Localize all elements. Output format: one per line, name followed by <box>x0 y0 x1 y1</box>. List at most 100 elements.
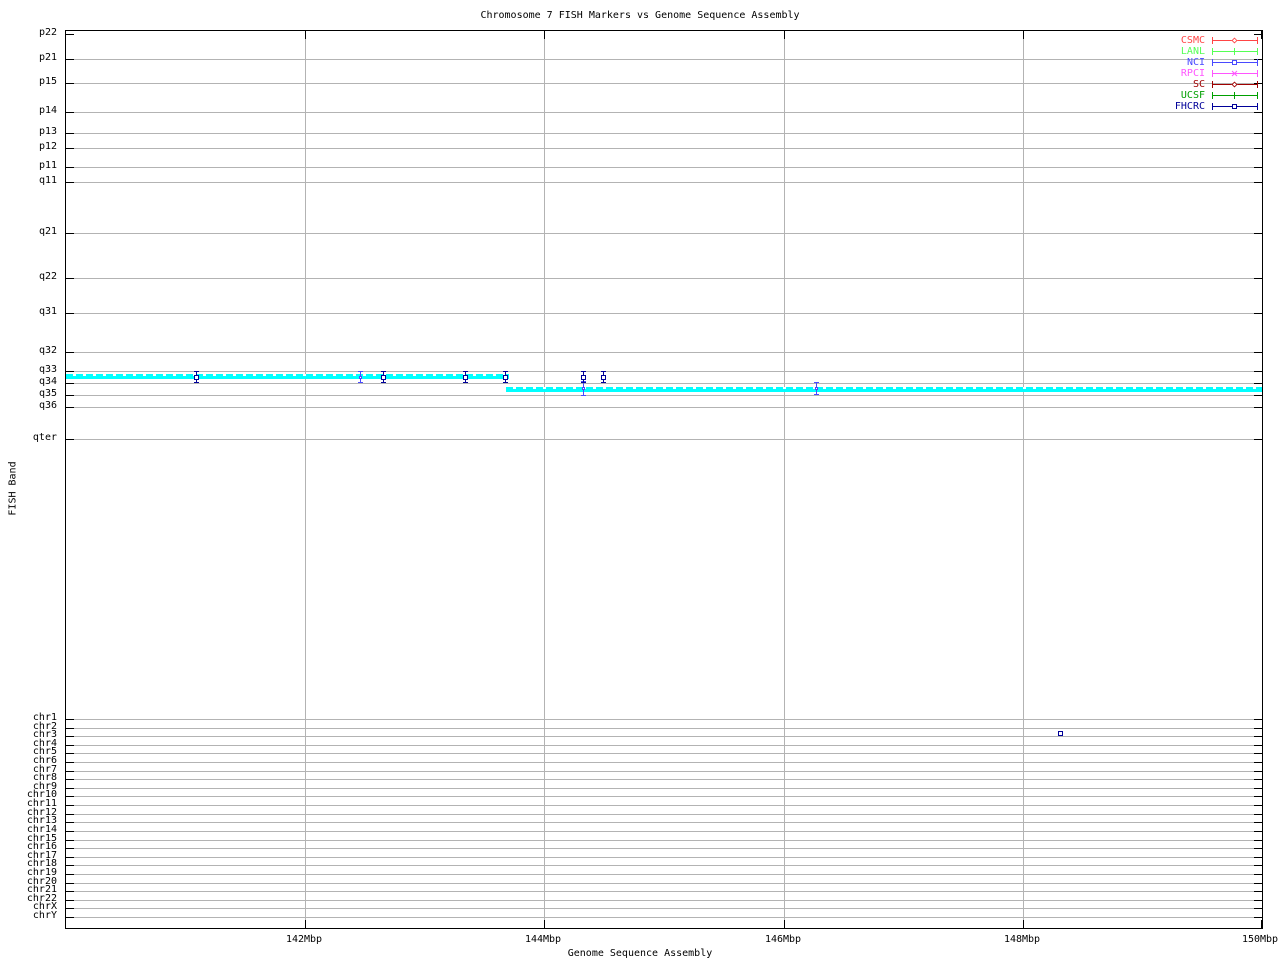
gridline-horizontal <box>66 278 1262 279</box>
x-tick-bottom <box>305 920 306 928</box>
y-band-label: qter <box>32 432 57 443</box>
gridline-horizontal <box>66 352 1262 353</box>
data-point-nci <box>359 376 362 379</box>
gridline-vertical <box>544 31 545 928</box>
y-tick-right <box>1254 796 1262 797</box>
y-tick-right <box>1254 779 1262 780</box>
y-tick-right <box>1254 278 1262 279</box>
data-point-fhcrc <box>1058 731 1063 736</box>
data-point-nci <box>815 387 818 390</box>
y-tick-right <box>1254 753 1262 754</box>
y-tick-left <box>66 83 74 84</box>
gridline-horizontal <box>66 805 1262 806</box>
y-tick-left <box>66 883 74 884</box>
y-tick-right <box>1254 831 1262 832</box>
y-tick-right <box>1254 182 1262 183</box>
y-tick-left <box>66 59 74 60</box>
chart-title: Chromosome 7 FISH Markers vs Genome Sequ… <box>480 10 800 21</box>
y-tick-left <box>66 148 74 149</box>
y-tick-right <box>1254 133 1262 134</box>
legend-sample <box>1212 58 1258 67</box>
y-tick-right <box>1254 112 1262 113</box>
x-tick-label: 146Mbp <box>764 934 802 945</box>
gridline-horizontal <box>66 753 1262 754</box>
x-tick-bottom <box>784 920 785 928</box>
legend-marker-plus <box>1231 92 1238 99</box>
x-tick-top <box>784 31 785 39</box>
data-point-fhcrc <box>463 375 468 380</box>
gridline-vertical <box>1023 31 1024 928</box>
gridline-horizontal <box>66 133 1262 134</box>
y-tick-left <box>66 814 74 815</box>
y-tick-left <box>66 908 74 909</box>
x-tick-bottom <box>544 920 545 928</box>
gridline-horizontal <box>66 59 1262 60</box>
gridline-horizontal <box>66 857 1262 858</box>
gridline-horizontal <box>66 874 1262 875</box>
y-tick-right <box>1254 439 1262 440</box>
gridline-horizontal <box>66 779 1262 780</box>
y-tick-right <box>1254 805 1262 806</box>
legend-entry: UCSF <box>1181 91 1258 101</box>
y-tick-left <box>66 439 74 440</box>
legend-sample <box>1212 102 1258 111</box>
gridline-horizontal <box>66 112 1262 113</box>
y-tick-right <box>1254 822 1262 823</box>
y-tick-left <box>66 779 74 780</box>
y-tick-right <box>1254 745 1262 746</box>
y-tick-left <box>66 728 74 729</box>
gridline-vertical <box>784 31 785 928</box>
y-tick-right <box>1254 883 1262 884</box>
y-tick-left <box>66 133 74 134</box>
y-tick-right <box>1254 719 1262 720</box>
y-tick-left <box>66 805 74 806</box>
y-tick-right <box>1254 352 1262 353</box>
y-tick-left <box>66 395 74 396</box>
y-tick-left <box>66 371 74 372</box>
gridline-horizontal <box>66 908 1262 909</box>
legend-marker-x <box>1231 70 1238 77</box>
gridline-horizontal <box>66 395 1262 396</box>
y-band-label: p15 <box>38 76 57 87</box>
gridline-horizontal <box>66 822 1262 823</box>
y-tick-left <box>66 407 74 408</box>
y-tick-left <box>66 753 74 754</box>
legend-label: CSMC <box>1180 35 1205 46</box>
gridline-horizontal <box>66 796 1262 797</box>
y-band-label: q22 <box>38 271 57 282</box>
x-axis-label: Genome Sequence Assembly <box>567 948 713 959</box>
x-tick-bottom <box>1261 920 1262 928</box>
legend-entry: SC <box>1193 80 1258 90</box>
data-point-fhcrc <box>381 375 386 380</box>
legend: CSMC LANL NCI RPCI SC UCSF FHCRC <box>1175 35 1258 112</box>
legend-label: NCI <box>1186 57 1205 68</box>
y-tick-right <box>1254 313 1262 314</box>
gridline-horizontal <box>66 233 1262 234</box>
gridline-horizontal <box>66 917 1262 918</box>
x-tick-top <box>305 31 306 39</box>
y-tick-right <box>1254 917 1262 918</box>
y-tick-left <box>66 762 74 763</box>
y-tick-right <box>1254 167 1262 168</box>
legend-marker-diamond <box>1231 37 1238 44</box>
y-tick-left <box>66 233 74 234</box>
gridline-vertical <box>305 31 306 928</box>
y-band-label: p13 <box>38 126 57 137</box>
y-tick-left <box>66 745 74 746</box>
y-tick-right <box>1254 900 1262 901</box>
x-tick-label: 144Mbp <box>524 934 562 945</box>
y-tick-left <box>66 917 74 918</box>
y-tick-left <box>66 313 74 314</box>
y-tick-right <box>1254 891 1262 892</box>
legend-marker-plus <box>1231 48 1238 55</box>
gridline-horizontal <box>66 736 1262 737</box>
y-band-label: p14 <box>38 105 57 116</box>
y-tick-left <box>66 719 74 720</box>
gridline-horizontal <box>66 745 1262 746</box>
y-tick-right <box>1254 383 1262 384</box>
y-tick-right <box>1254 848 1262 849</box>
y-band-label: q33 <box>38 364 57 375</box>
y-tick-right <box>1254 148 1262 149</box>
y-tick-right <box>1254 395 1262 396</box>
y-tick-left <box>66 900 74 901</box>
